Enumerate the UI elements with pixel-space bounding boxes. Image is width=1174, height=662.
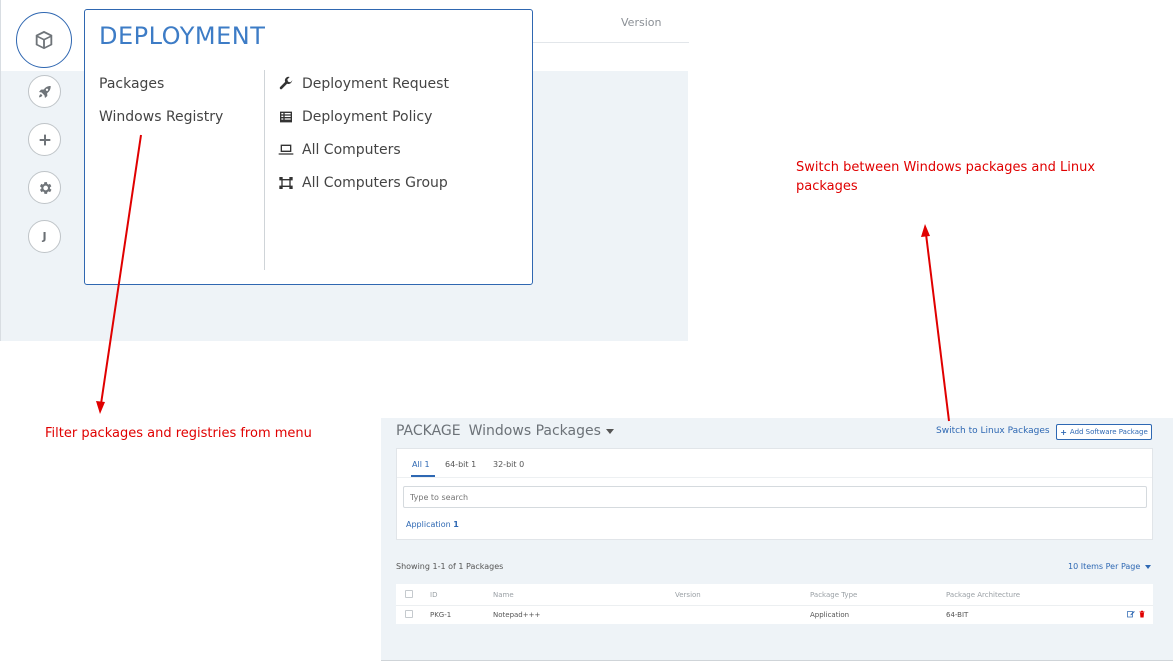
platform-label: Windows Packages	[468, 423, 601, 439]
computer-group-icon	[279, 177, 293, 189]
column-header-name[interactable]: Name	[493, 591, 514, 599]
deployment-menu-screenshot: Version J DEPLOYMENT Packages Windows Re…	[0, 0, 689, 341]
tab-all[interactable]: All 1	[412, 460, 430, 469]
tab-32-bit[interactable]: 32-bit 0	[493, 460, 524, 469]
settings-rail-button[interactable]	[28, 171, 61, 204]
results-summary: Showing 1-1 of 1 Packages	[396, 562, 504, 571]
rocket-icon	[38, 85, 51, 98]
column-header-id[interactable]: ID	[430, 591, 437, 599]
application-filter[interactable]: Application 1	[406, 520, 459, 529]
page-title: PACKAGE Windows Packages	[396, 423, 614, 439]
menu-divider	[264, 70, 265, 270]
per-page-label: 10 Items Per Page	[1068, 562, 1141, 571]
plus-icon: +	[1060, 427, 1067, 437]
menu-item-label: All Computers Group	[302, 175, 448, 191]
menu-item-all-computers-group[interactable]: All Computers Group	[278, 175, 448, 191]
cell-name: Notepad+++	[493, 611, 541, 619]
add-software-package-button[interactable]: + Add Software Package	[1056, 424, 1152, 440]
plus-icon	[39, 134, 50, 145]
gear-icon	[39, 181, 51, 194]
table-header: ID Name Version Package Type Package Arc…	[396, 584, 1153, 606]
add-button-label: Add Software Package	[1069, 428, 1148, 436]
filter-count: 1	[453, 520, 459, 529]
page-title-label: PACKAGE	[396, 423, 461, 439]
tab-label: 32-bit	[493, 460, 517, 469]
tab-64-bit[interactable]: 64-bit 1	[445, 460, 476, 469]
search-input[interactable]	[403, 486, 1147, 508]
cell-package-type: Application	[810, 611, 850, 619]
column-header-package-type[interactable]: Package Type	[810, 591, 857, 599]
tab-count: 1	[471, 460, 477, 469]
header-divider	[533, 42, 689, 43]
caret-down-icon	[1145, 564, 1152, 569]
laptop-icon	[278, 144, 294, 155]
cell-id: PKG-1	[430, 611, 452, 619]
wrench-icon	[279, 76, 293, 90]
tab-label: 64-bit	[445, 460, 469, 469]
tab-count: 0	[519, 460, 525, 469]
rocket-rail-button[interactable]	[28, 75, 61, 108]
filter-arrowhead	[96, 401, 105, 414]
switch-arrow	[925, 233, 950, 422]
row-checkbox[interactable]	[405, 610, 413, 618]
menu-title: DEPLOYMENT	[99, 22, 266, 50]
cell-package-architecture: 64-BIT	[946, 611, 969, 619]
row-actions	[1127, 610, 1146, 618]
package-platform-dropdown[interactable]: Windows Packages	[469, 423, 614, 439]
caret-down-icon	[605, 428, 614, 434]
switch-note-line: packages	[796, 179, 858, 194]
menu-item-deployment-request[interactable]: Deployment Request	[278, 76, 449, 92]
active-tab-indicator	[411, 475, 435, 477]
tab-count: 1	[424, 460, 430, 469]
switch-note: Switch between Windows packages and Linu…	[796, 158, 1095, 196]
table-row[interactable]: PKG-1 Notepad+++ Application 64-BIT	[396, 606, 1153, 624]
package-list-screenshot: PACKAGE Windows Packages Switch to Linux …	[381, 418, 1173, 661]
menu-item-label: All Computers	[302, 142, 401, 158]
column-header-version[interactable]: Version	[675, 591, 701, 599]
delete-icon[interactable]	[1138, 610, 1146, 618]
tab-label: All	[412, 460, 422, 469]
version-column-header: Version	[621, 16, 662, 29]
list-icon	[280, 111, 292, 123]
deployment-rail-button[interactable]	[16, 12, 72, 68]
menu-item-packages[interactable]: Packages	[99, 76, 164, 92]
filter-note: Filter packages and registries from menu	[45, 426, 312, 441]
switch-arrowhead	[921, 224, 930, 237]
menu-item-windows-registry[interactable]: Windows Registry	[99, 109, 223, 125]
add-rail-button[interactable]	[28, 123, 61, 156]
annotated-guide: Version J DEPLOYMENT Packages Windows Re…	[0, 0, 1174, 662]
select-all-checkbox[interactable]	[405, 590, 413, 598]
filter-label: Application	[406, 520, 451, 529]
menu-item-label: Deployment Policy	[302, 109, 433, 125]
tab-divider	[397, 477, 1152, 478]
packages-table: ID Name Version Package Type Package Arc…	[396, 584, 1153, 624]
edit-icon[interactable]	[1127, 610, 1135, 618]
menu-item-deployment-policy[interactable]: Deployment Policy	[278, 109, 432, 125]
user-rail-button[interactable]: J	[28, 220, 61, 253]
column-header-package-architecture[interactable]: Package Architecture	[946, 591, 1020, 599]
filter-card: All 1 64-bit 1 32-bit 0 Application 1	[396, 448, 1153, 540]
switch-note-line: Switch between Windows packages and Linu…	[796, 160, 1096, 175]
user-avatar-icon: J	[42, 230, 47, 243]
switch-to-linux-link[interactable]: Switch to Linux Packages	[936, 426, 1050, 436]
menu-item-all-computers[interactable]: All Computers	[278, 142, 401, 158]
menu-item-label: Deployment Request	[302, 76, 449, 92]
items-per-page-dropdown[interactable]: 10 Items Per Page	[1068, 562, 1152, 571]
deployment-menu: DEPLOYMENT Packages Windows Registry Dep…	[84, 9, 533, 285]
package-icon	[35, 30, 53, 50]
